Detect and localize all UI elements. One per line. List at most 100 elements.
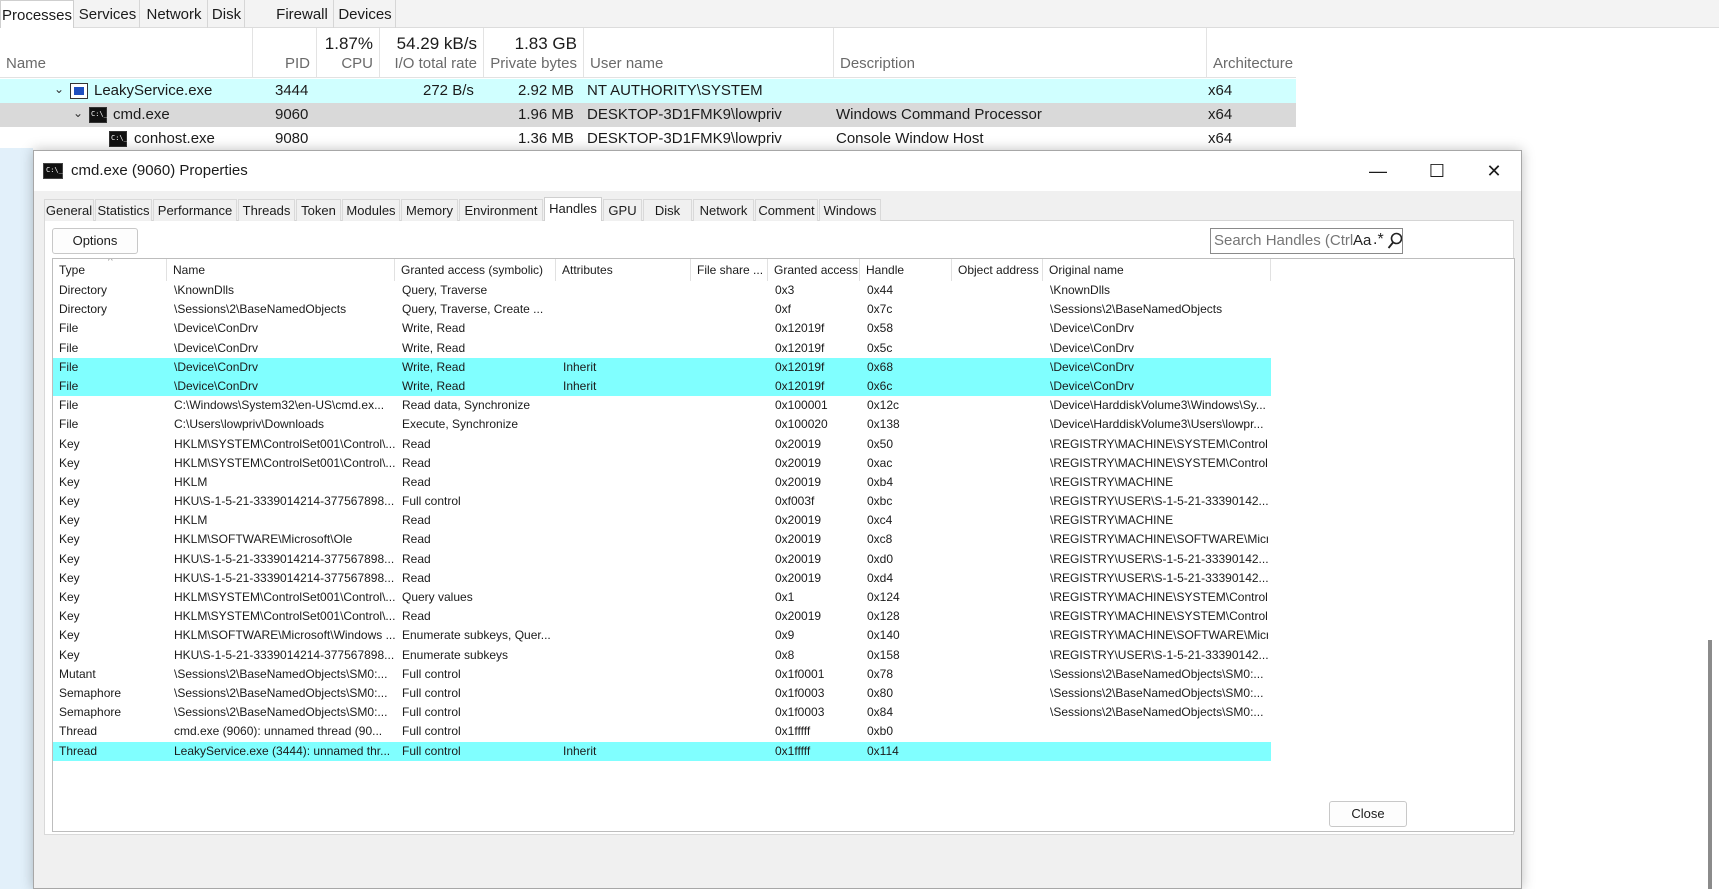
handle-cell-handle: 0xb4: [867, 474, 894, 489]
column-handle[interactable]: Handle: [860, 259, 952, 281]
handle-row[interactable]: Directory \Sessions\2\BaseNamedObjects Que…: [53, 300, 1271, 319]
tab-firewall[interactable]: Firewall: [271, 0, 334, 28]
tab-token[interactable]: Token: [296, 199, 341, 221]
handle-row[interactable]: Key HKU\S-1-5-21-3339014214-377567898... R…: [53, 569, 1271, 588]
column-file-share[interactable]: File share ...: [691, 259, 768, 281]
options-button[interactable]: Options: [52, 228, 138, 254]
regex-toggle[interactable]: .*: [1373, 231, 1384, 249]
console-app-icon: [43, 163, 63, 179]
tab-disk[interactable]: Disk: [643, 199, 692, 221]
tab-processes[interactable]: Processes: [0, 0, 74, 29]
close-button[interactable]: Close: [1329, 801, 1407, 827]
tab-environment[interactable]: Environment: [459, 199, 543, 221]
column-description[interactable]: Description: [834, 28, 1207, 78]
handle-cell-name: \Sessions\2\BaseNamedObjects\SM0:...: [174, 666, 388, 681]
handle-cell-original: \Device\ConDrv: [1050, 340, 1135, 355]
handles-grid-body: Directory \KnownDlls Query, Traverse 0x3 0x4…: [53, 281, 1514, 761]
handle-row[interactable]: File \Device\ConDrv Write, Read Inherit 0x12…: [53, 357, 1271, 377]
column-object-address[interactable]: Object address: [952, 259, 1043, 281]
handle-row[interactable]: Key HKLM\SOFTWARE\Microsoft\Ole Read 0x2001…: [53, 530, 1271, 549]
handle-row[interactable]: Mutant \Sessions\2\BaseNamedObjects\SM0:.…: [53, 665, 1271, 684]
handle-row[interactable]: Directory \KnownDlls Query, Traverse 0x3 0x4…: [53, 281, 1271, 300]
column-private-bytes[interactable]: 1.83 GB Private bytes: [484, 28, 584, 78]
tab-windows[interactable]: Windows: [819, 199, 881, 221]
handle-row[interactable]: Key HKLM Read 0x20019 0xb4 \REGISTRY\MACHINE: [53, 473, 1271, 492]
column-type[interactable]: ^ Type: [53, 259, 167, 281]
search-handles-box[interactable]: Aa .*: [1210, 228, 1403, 254]
column-granted-access[interactable]: Granted access: [768, 259, 860, 281]
handle-cell-name: \Device\ConDrv: [174, 359, 259, 374]
handle-cell-name: HKLM\SYSTEM\ControlSet001\Control\...: [174, 609, 396, 624]
handle-row[interactable]: Thread LeakyService.exe (3444): unnamed t…: [53, 741, 1271, 761]
handle-row[interactable]: File \Device\ConDrv Write, Read 0x12019f 0x5…: [53, 319, 1271, 338]
handle-row[interactable]: Key HKU\S-1-5-21-3339014214-377567898... F…: [53, 492, 1271, 511]
handle-row[interactable]: File \Device\ConDrv Write, Read Inherit 0x12…: [53, 376, 1271, 397]
console-app-icon: [109, 131, 128, 147]
collapse-chevron-icon[interactable]: ⌄: [54, 82, 64, 96]
handle-cell-access: 0x1f0001: [775, 666, 825, 681]
search-icon[interactable]: [1387, 232, 1403, 250]
column-architecture[interactable]: Architecture: [1207, 28, 1296, 78]
handle-row[interactable]: Semaphore \Sessions\2\BaseNamedObjects\SM…: [53, 703, 1271, 722]
main-vertical-scrollbar[interactable]: [1708, 640, 1712, 889]
handle-row[interactable]: Semaphore \Sessions\2\BaseNamedObjects\SM…: [53, 684, 1271, 703]
tab-gpu[interactable]: GPU: [603, 199, 642, 221]
handle-cell-original: \Sessions\2\BaseNamedObjects\SM0:...: [1050, 705, 1264, 720]
tab-statistics[interactable]: Statistics: [95, 199, 152, 221]
tab-services[interactable]: Services: [76, 0, 140, 28]
handle-row[interactable]: Key HKLM\SYSTEM\ControlSet001\Control\...…: [53, 607, 1271, 626]
column-attributes[interactable]: Attributes: [556, 259, 691, 281]
handle-row[interactable]: Key HKLM\SYSTEM\ControlSet001\Control\...…: [53, 435, 1271, 454]
collapse-chevron-icon[interactable]: ⌄: [73, 106, 83, 120]
tab-modules[interactable]: Modules: [342, 199, 400, 221]
handle-row[interactable]: Key HKLM\SYSTEM\ControlSet001\Control\...…: [53, 588, 1271, 607]
dialog-titlebar[interactable]: cmd.exe (9060) Properties — ☐ ✕: [34, 151, 1521, 191]
handle-row[interactable]: Key HKLM Read 0x20019 0xc4 \REGISTRY\MACHINE: [53, 511, 1271, 530]
tab-network[interactable]: Network: [693, 199, 754, 221]
process-row-cmd[interactable]: ⌄ cmd.exe 9060 1.96 MB DESKTOP-3D1FMK9\l…: [0, 103, 1296, 127]
tab-disk[interactable]: Disk: [209, 0, 245, 28]
handle-row[interactable]: Key HKU\S-1-5-21-3339014214-377567898... R…: [53, 550, 1271, 569]
handle-row[interactable]: Key HKLM\SOFTWARE\Microsoft\Windows ... En…: [53, 626, 1271, 645]
handle-row[interactable]: File \Device\ConDrv Write, Read 0x12019f 0x5…: [53, 339, 1271, 358]
tab-network[interactable]: Network: [141, 0, 208, 28]
handle-cell-name: HKLM: [174, 513, 208, 528]
tab-performance[interactable]: Performance: [153, 199, 237, 221]
column-user-name[interactable]: User name: [584, 28, 834, 78]
handle-cell-handle: 0x78: [867, 666, 894, 681]
handle-row[interactable]: Key HKLM\SYSTEM\ControlSet001\Control\...…: [53, 454, 1271, 473]
search-handles-input[interactable]: [1214, 232, 1354, 249]
column-name[interactable]: Name: [167, 259, 395, 281]
column-pid[interactable]: PID: [253, 28, 317, 78]
column-name[interactable]: Name: [0, 28, 253, 78]
close-window-button[interactable]: ✕: [1465, 151, 1523, 191]
handle-cell-original: \REGISTRY\MACHINE\SYSTEM\Control...: [1050, 590, 1268, 604]
handle-cell-name: C:\Windows\System32\en-US\cmd.ex...: [174, 398, 385, 413]
column-granted-access-symbolic[interactable]: Granted access (symbolic): [395, 259, 556, 281]
process-private-bytes: 1.96 MB: [518, 106, 574, 123]
process-row-conhost[interactable]: conhost.exe 9080 1.36 MB DESKTOP-3D1FMK9…: [0, 127, 1296, 151]
handle-cell-type: Key: [59, 570, 80, 585]
column-cpu[interactable]: 1.87% CPU: [317, 28, 380, 78]
tab-handles[interactable]: Handles: [544, 197, 602, 222]
handle-cell-attributes: Inherit: [563, 378, 597, 393]
handle-row[interactable]: Thread cmd.exe (9060): unnamed thread (90…: [53, 722, 1271, 741]
column-architecture-label: Architecture: [1213, 55, 1294, 72]
handle-row[interactable]: File C:\Windows\System32\en-US\cmd.ex... R…: [53, 396, 1271, 415]
process-row-leakyservice[interactable]: ⌄ LeakyService.exe 3444 272 B/s 2.92 MB …: [0, 79, 1296, 103]
handle-row[interactable]: File C:\Users\lowpriv\Downloads Execute, S…: [53, 415, 1271, 434]
column-io-rate[interactable]: 54.29 kB/s I/O total rate: [380, 28, 484, 78]
tab-comment[interactable]: Comment: [755, 199, 818, 221]
maximize-button[interactable]: ☐: [1408, 151, 1466, 191]
minimize-button[interactable]: —: [1349, 151, 1407, 191]
handle-row[interactable]: Key HKU\S-1-5-21-3339014214-377567898... E…: [53, 646, 1271, 665]
tab-general[interactable]: General: [44, 199, 94, 221]
column-original-name[interactable]: Original name: [1043, 259, 1271, 281]
tab-devices[interactable]: Devices: [335, 0, 396, 28]
tab-memory[interactable]: Memory: [401, 199, 458, 221]
process-arch: x64: [1208, 130, 1233, 147]
handle-cell-access: 0x20019: [775, 513, 822, 528]
tab-threads[interactable]: Threads: [238, 199, 295, 221]
match-case-toggle[interactable]: Aa: [1353, 232, 1371, 249]
handle-cell-access: 0x1f0003: [775, 705, 825, 720]
